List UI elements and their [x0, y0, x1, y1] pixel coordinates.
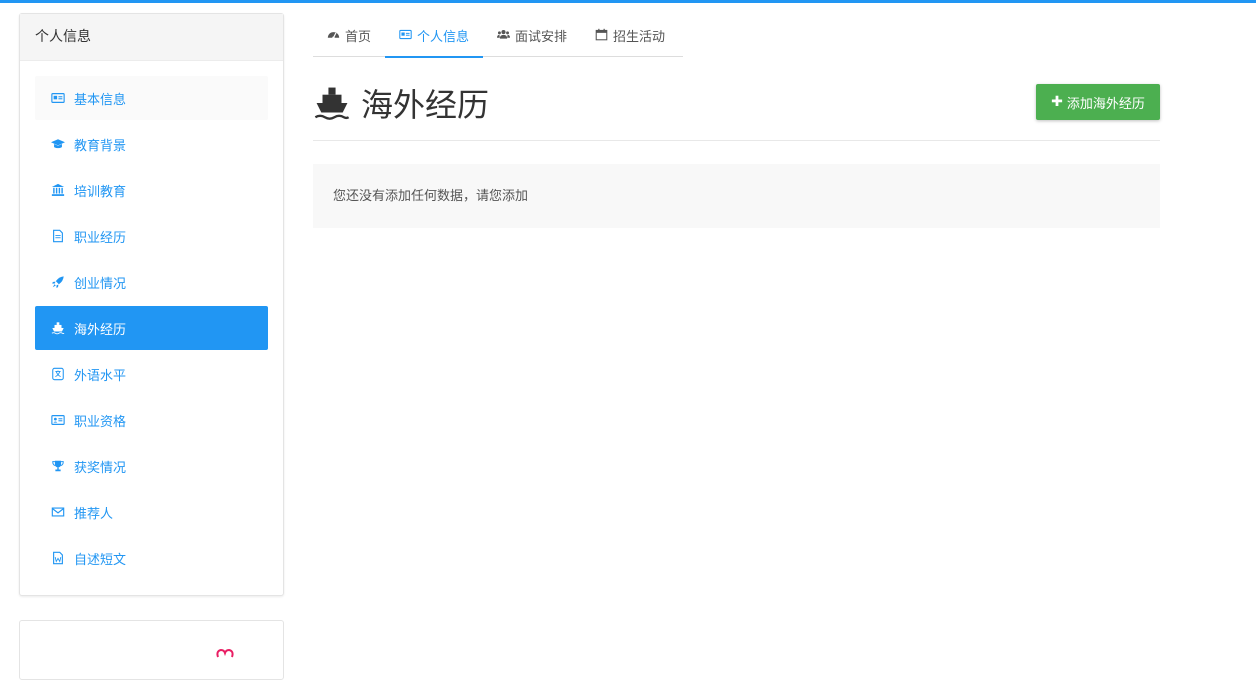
- page-title-text: 海外经历: [361, 86, 490, 124]
- calendar-icon: [595, 28, 609, 42]
- sidebar-item-referee[interactable]: 推荐人: [35, 490, 268, 534]
- tab-label: 面试安排: [515, 29, 568, 45]
- envelope-icon: [50, 504, 66, 520]
- tab-label: 招生活动: [613, 29, 666, 45]
- sidebar-item-label: 创业情况: [74, 276, 127, 292]
- sidebar-item-career[interactable]: 职业经历: [35, 214, 268, 258]
- tab-home[interactable]: 首页: [313, 13, 385, 57]
- users-icon: [497, 28, 511, 42]
- ship-icon: [314, 87, 350, 120]
- sidebar-item-label: 职业资格: [74, 414, 127, 430]
- sidebar-item-label: 基本信息: [74, 92, 127, 108]
- sidebar-item-training[interactable]: 培训教育: [35, 168, 268, 212]
- word-file-icon: [50, 550, 66, 566]
- sidebar-panel: 个人信息 基本信息 教育背景 培训教育 职业经历 创业情况 海外经历 外语水平 …: [19, 13, 284, 596]
- tab-personal-info[interactable]: 个人信息: [385, 13, 484, 58]
- institution-icon: [50, 182, 66, 198]
- sidebar-nav: 基本信息 教育背景 培训教育 职业经历 创业情况 海外经历 外语水平 职业资格 …: [35, 76, 268, 582]
- sidebar-item-language[interactable]: 外语水平: [35, 352, 268, 396]
- sidebar-item-label: 职业经历: [74, 230, 127, 246]
- sidebar-item-education[interactable]: 教育背景: [35, 122, 268, 166]
- top-tabs: 首页 个人信息 面试安排 招生活动: [313, 13, 683, 58]
- sidebar-item-qualification[interactable]: 职业资格: [35, 398, 268, 442]
- id-card-icon: [399, 28, 413, 42]
- sidebar-item-overseas[interactable]: 海外经历: [35, 306, 268, 350]
- sidebar-item-label: 教育背景: [74, 138, 127, 154]
- id-badge-icon: [50, 412, 66, 428]
- graduation-cap-icon: [50, 136, 66, 152]
- tab-enrollment[interactable]: 招生活动: [581, 13, 679, 57]
- tab-label: 个人信息: [417, 29, 470, 45]
- page-header: 海外经历 ✚ 添加海外经历: [313, 78, 1160, 141]
- sidebar-item-label: 推荐人: [74, 506, 114, 522]
- tab-label: 首页: [345, 29, 372, 45]
- sidebar-item-basic-info[interactable]: 基本信息: [35, 76, 268, 120]
- sidebar-item-label: 海外经历: [74, 322, 127, 338]
- sidebar-item-essay[interactable]: 自述短文: [35, 536, 268, 580]
- sidebar-panel-secondary: [19, 620, 284, 680]
- empty-state-message: 您还没有添加任何数据，请您添加: [313, 164, 1160, 228]
- top-accent-line: [0, 0, 1256, 3]
- page-title: 海外经历: [313, 80, 489, 126]
- sidebar-item-label: 自述短文: [74, 552, 127, 568]
- heart-icon: [216, 648, 234, 658]
- sidebar-title: 个人信息: [20, 14, 283, 61]
- plus-icon: ✚: [1051, 94, 1063, 110]
- tab-interview[interactable]: 面试安排: [483, 13, 581, 57]
- add-button-label: 添加海外经历: [1066, 96, 1145, 112]
- sidebar-item-label: 培训教育: [74, 184, 127, 200]
- sidebar-item-label: 获奖情况: [74, 460, 127, 476]
- ship-icon: [50, 320, 66, 336]
- document-icon: [50, 228, 66, 244]
- sidebar-item-awards[interactable]: 获奖情况: [35, 444, 268, 488]
- id-card-icon: [50, 90, 66, 106]
- trophy-icon: [50, 458, 66, 474]
- dashboard-icon: [327, 28, 341, 42]
- rocket-icon: [50, 274, 66, 290]
- add-overseas-button[interactable]: ✚ 添加海外经历: [1036, 84, 1160, 120]
- sidebar-item-startup[interactable]: 创业情况: [35, 260, 268, 304]
- language-icon: [50, 366, 66, 382]
- sidebar-item-label: 外语水平: [74, 368, 127, 384]
